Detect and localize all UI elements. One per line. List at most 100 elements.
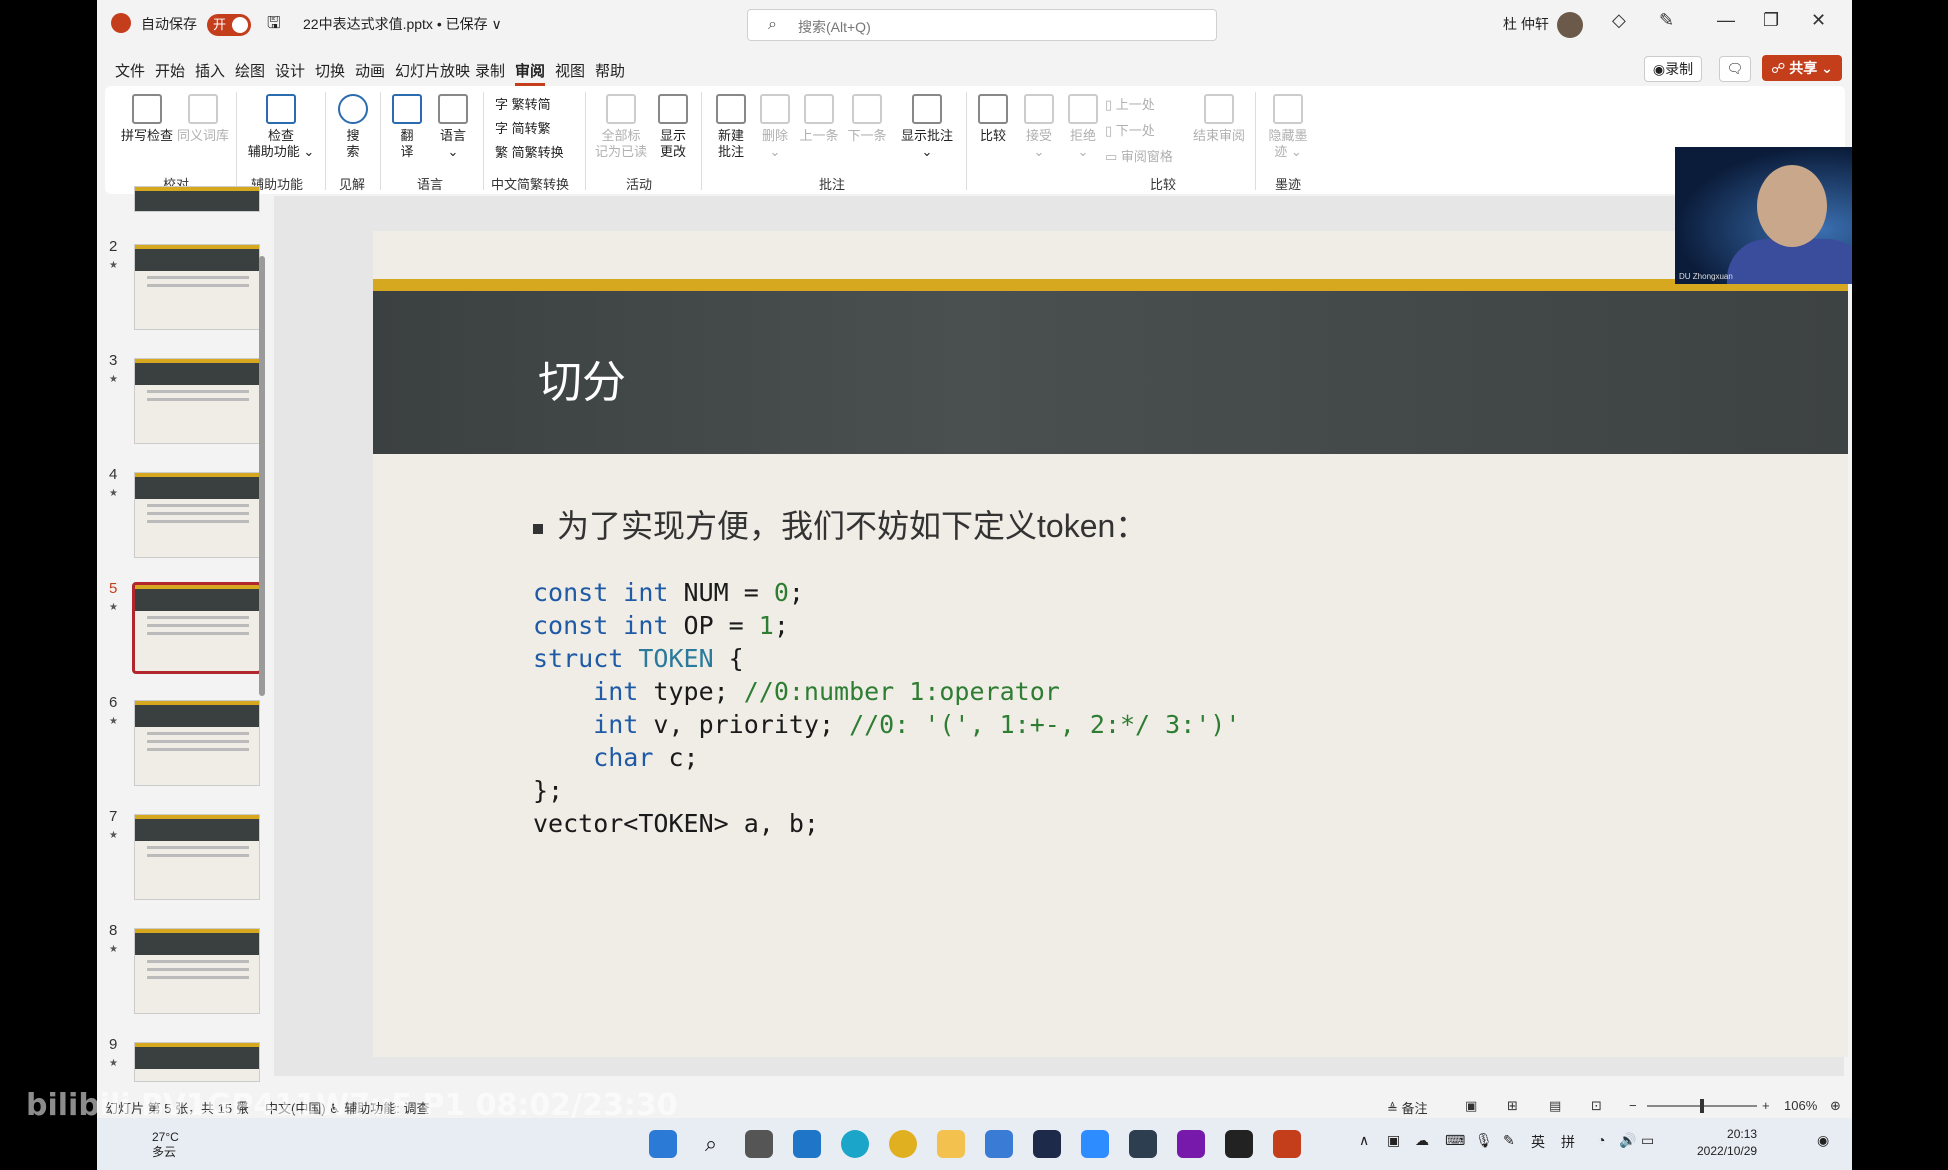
- ime-english[interactable]: 英: [1531, 1132, 1545, 1152]
- translate-button[interactable]: 翻译: [387, 94, 427, 160]
- pen-tray-icon[interactable]: ✎: [1503, 1132, 1515, 1149]
- menu-help[interactable]: 帮助: [595, 60, 625, 81]
- app-icon[interactable]: [1033, 1130, 1061, 1158]
- normal-view-icon[interactable]: ▣: [1465, 1098, 1477, 1114]
- reject-button[interactable]: 拒绝 ⌄: [1063, 94, 1103, 160]
- zoom-slider[interactable]: [1647, 1099, 1757, 1113]
- slide-thumbnail-6[interactable]: [134, 700, 260, 786]
- wifi-icon[interactable]: ◔: [1597, 1132, 1605, 1148]
- slide-bullet[interactable]: 为了实现方便，我们不妨如下定义token：: [533, 501, 1147, 547]
- thumbnail-scrollbar[interactable]: [257, 196, 267, 1096]
- menu-slideshow[interactable]: 幻灯片放映: [395, 60, 470, 81]
- devcpp-icon[interactable]: [1129, 1130, 1157, 1158]
- accept-button[interactable]: 接受 ⌄: [1019, 94, 1059, 160]
- slide-thumbnail-8[interactable]: [134, 928, 260, 1014]
- scrollbar-thumb[interactable]: [259, 256, 265, 696]
- mail-icon[interactable]: [793, 1130, 821, 1158]
- slide-thumbnail-7[interactable]: [134, 814, 260, 900]
- menu-review[interactable]: 审阅: [515, 60, 546, 86]
- menu-animations[interactable]: 动画: [355, 60, 385, 81]
- slide-thumbnail-2[interactable]: [134, 244, 260, 330]
- thesaurus-button[interactable]: 同义词库: [175, 94, 231, 144]
- close-icon[interactable]: ✕: [1811, 10, 1826, 31]
- restore-icon[interactable]: ❐: [1763, 10, 1779, 31]
- terminal-icon[interactable]: [1225, 1130, 1253, 1158]
- review-pane-button[interactable]: ▭ 审阅窗格: [1105, 146, 1173, 165]
- menu-draw[interactable]: 绘图: [235, 60, 265, 81]
- slide-thumbnail-4[interactable]: [134, 472, 260, 558]
- record-button[interactable]: ◉录制: [1644, 56, 1702, 82]
- slide-title[interactable]: 切分: [538, 346, 626, 410]
- volume-icon[interactable]: 🔊: [1619, 1132, 1636, 1149]
- notes-button[interactable]: ≜ 备注: [1387, 1098, 1428, 1117]
- code-block[interactable]: const int NUM = 0; const int OP = 1; struc…: [533, 576, 1240, 840]
- chinese-convert-button[interactable]: 繁 简繁转换: [495, 142, 564, 161]
- end-review-button[interactable]: 结束审阅: [1189, 94, 1249, 144]
- show-changes-button[interactable]: 显示 更改: [651, 94, 695, 160]
- user-name[interactable]: 杜 仲轩: [1503, 14, 1549, 34]
- comments-button[interactable]: 🗨: [1719, 56, 1751, 82]
- task-view-icon[interactable]: [745, 1130, 773, 1158]
- notification-icon[interactable]: ◉: [1817, 1132, 1829, 1149]
- start-icon[interactable]: [649, 1130, 677, 1158]
- menu-home[interactable]: 开始: [155, 60, 185, 81]
- chrome-icon[interactable]: [889, 1130, 917, 1158]
- slide-thumbnail-3[interactable]: [134, 358, 260, 444]
- delete-comment-button[interactable]: 删除 ⌄: [755, 94, 795, 160]
- language-button[interactable]: 语言 ⌄: [431, 94, 475, 160]
- current-slide[interactable]: 切分 为了实现方便，我们不妨如下定义token： const int NUM =…: [373, 231, 1848, 1057]
- weather-widget[interactable]: 27°C 多云: [152, 1130, 179, 1160]
- menu-insert[interactable]: 插入: [195, 60, 225, 81]
- prev-change-button[interactable]: ▯ 上一处: [1105, 94, 1155, 113]
- mic-icon[interactable]: 🎙: [1475, 1132, 1493, 1149]
- simp-to-trad-button[interactable]: 字 简转繁: [495, 118, 551, 137]
- save-icon[interactable]: 🖫: [267, 12, 281, 39]
- slideshow-icon[interactable]: ⊡: [1591, 1098, 1602, 1114]
- share-button[interactable]: ☍ 共享 ⌄: [1762, 55, 1842, 81]
- file-name[interactable]: 22中表达式求值.pptx • 已保存 ∨: [303, 14, 502, 34]
- clock[interactable]: 20:13 2022/10/29: [1697, 1126, 1757, 1160]
- pen-icon[interactable]: ✎: [1659, 10, 1674, 31]
- powerpoint-taskbar-icon[interactable]: [1273, 1130, 1301, 1158]
- next-comment-button[interactable]: 下一条: [843, 94, 891, 144]
- zoom-level[interactable]: 106%: [1784, 1098, 1817, 1113]
- onenote-icon[interactable]: [1177, 1130, 1205, 1158]
- smart-lookup-button[interactable]: 搜索: [333, 94, 373, 160]
- spelling-button[interactable]: 拼写检查: [119, 94, 175, 144]
- menu-file[interactable]: 文件: [115, 60, 145, 81]
- autosave-toggle[interactable]: 开: [207, 14, 251, 36]
- tray-chevron-icon[interactable]: ∧: [1359, 1132, 1369, 1149]
- zoom-app-icon[interactable]: [1081, 1130, 1109, 1158]
- new-comment-button[interactable]: 新建 批注: [709, 94, 753, 160]
- onedrive-icon[interactable]: ☁: [1415, 1132, 1429, 1149]
- fit-slide-icon[interactable]: ⊕: [1830, 1098, 1841, 1114]
- slide-sorter-icon[interactable]: ⊞: [1507, 1098, 1518, 1114]
- compare-button[interactable]: 比较: [973, 94, 1013, 144]
- minimize-icon[interactable]: —: [1717, 10, 1735, 31]
- next-change-button[interactable]: ▯ 下一处: [1105, 120, 1155, 139]
- battery-icon[interactable]: ▭: [1641, 1132, 1654, 1149]
- slide-thumbnail-9[interactable]: [134, 1042, 260, 1082]
- slide-thumbnail-5-selected[interactable]: [132, 582, 262, 674]
- show-comments-button[interactable]: 显示批注 ⌄: [895, 94, 959, 160]
- prev-comment-button[interactable]: 上一条: [795, 94, 843, 144]
- search-taskbar-icon[interactable]: ⌕: [697, 1130, 725, 1158]
- tray-app-icon[interactable]: ▣: [1387, 1132, 1400, 1149]
- diamond-icon[interactable]: ◇: [1612, 10, 1626, 31]
- edge-icon[interactable]: [841, 1130, 869, 1158]
- trad-to-simp-button[interactable]: 字 繁转简: [495, 94, 551, 113]
- ime-pinyin[interactable]: 拼: [1561, 1132, 1575, 1152]
- zoom-in-icon[interactable]: +: [1762, 1098, 1770, 1113]
- file-explorer-icon[interactable]: [937, 1130, 965, 1158]
- avatar[interactable]: [1557, 12, 1583, 38]
- mark-all-read-button[interactable]: 全部标 记为已读: [593, 94, 649, 160]
- zoom-out-icon[interactable]: −: [1629, 1098, 1637, 1113]
- menu-transitions[interactable]: 切换: [315, 60, 345, 81]
- slide-thumbnail-1[interactable]: [134, 186, 260, 212]
- menu-view[interactable]: 视图: [555, 60, 585, 81]
- check-accessibility-button[interactable]: 检查 辅助功能 ⌄: [245, 94, 317, 160]
- keyboard-icon[interactable]: ⌨: [1445, 1132, 1465, 1149]
- store-icon[interactable]: [985, 1130, 1013, 1158]
- reading-view-icon[interactable]: ▤: [1549, 1098, 1561, 1114]
- search-box[interactable]: ⌕ 搜索(Alt+Q): [747, 9, 1217, 41]
